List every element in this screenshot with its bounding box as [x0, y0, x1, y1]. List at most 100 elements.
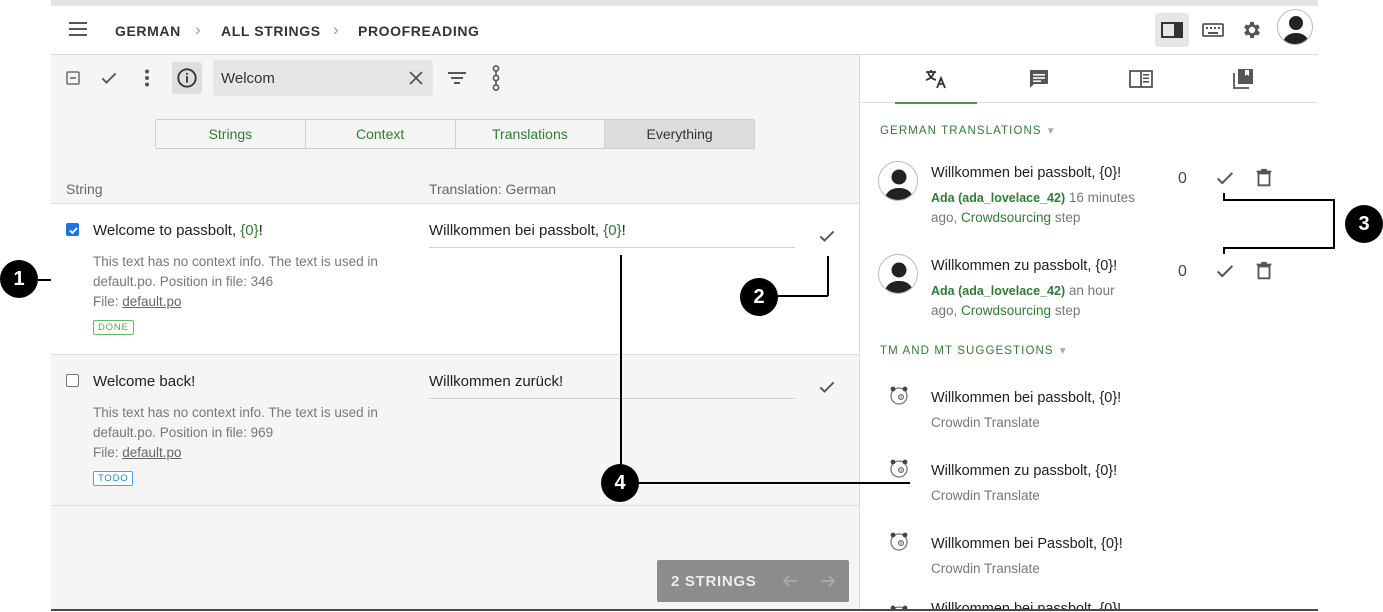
source-text: Welcome to passbolt, {0}! — [93, 222, 263, 239]
workflow-steps-icon[interactable] — [482, 64, 510, 92]
translation-text[interactable]: Willkommen zurück! — [429, 373, 563, 390]
german-translations-section[interactable]: GERMAN TRANSLATIONS ▼ — [880, 125, 1057, 137]
row-checkbox[interactable] — [66, 223, 79, 236]
arrow-left-icon[interactable] — [781, 572, 799, 590]
translation-suggestion[interactable]: Willkommen bei passbolt, {0}! — [931, 165, 1121, 181]
glossary-icon — [1129, 70, 1153, 88]
tm-suggestion[interactable]: Willkommen bei passbolt, {0}! — [931, 601, 1121, 609]
placeholder-token: {0} — [240, 222, 259, 239]
author-avatar — [878, 254, 918, 294]
suggestion-source: Crowdin Translate — [931, 488, 1040, 503]
approve-icon[interactable] — [95, 64, 123, 92]
author-name[interactable]: Ada (ada_lovelace_42) — [931, 284, 1065, 298]
string-row[interactable]: Welcome to passbolt, {0}! This text has … — [51, 204, 859, 355]
tm-suggestion[interactable]: Willkommen bei passbolt, {0}! — [931, 390, 1121, 406]
caret-down-icon: ▼ — [1057, 346, 1069, 357]
author-avatar — [878, 161, 918, 201]
context-info: This text has no context info. The text … — [93, 403, 413, 463]
trash-icon[interactable] — [1253, 167, 1275, 189]
file-info: File: default.po — [93, 292, 413, 312]
file-info: File: default.po — [93, 443, 413, 463]
callout-1: 1 — [0, 260, 38, 298]
tab-glossary[interactable] — [1100, 55, 1182, 103]
translation-text[interactable]: Willkommen bei passbolt, {0}! — [429, 222, 626, 239]
sidebar-layout-icon[interactable] — [1155, 13, 1189, 47]
context-line: This text has no context info. The text … — [93, 405, 378, 420]
file-label: File: — [93, 294, 123, 309]
pagination: 2 STRINGS — [657, 560, 849, 602]
arrow-right-icon[interactable] — [819, 572, 837, 590]
tab-context[interactable]: Context — [305, 120, 456, 148]
section-title: GERMAN TRANSLATIONS — [880, 125, 1042, 137]
tm-icon — [1233, 69, 1253, 89]
section-title: TM AND MT SUGGESTIONS — [880, 345, 1054, 357]
close-icon[interactable] — [407, 69, 425, 87]
vote-count: 0 — [1178, 263, 1187, 280]
file-label: File: — [93, 445, 123, 460]
search-box — [213, 60, 433, 96]
tab-everything[interactable]: Everything — [605, 120, 754, 148]
approve-icon[interactable] — [817, 226, 837, 246]
keyboard-icon[interactable] — [1196, 13, 1230, 47]
workflow-step: Crowdsourcing — [961, 303, 1052, 318]
time-ago: ago, — [931, 303, 962, 318]
search-scope-tabs: Strings Context Translations Everything — [155, 119, 755, 149]
translation-suggestion[interactable]: Willkommen zu passbolt, {0}! — [931, 258, 1117, 274]
suggestions-panel: GERMAN TRANSLATIONS ▼ Willkommen bei pass… — [860, 55, 1318, 609]
source-text-part: Welcome to passbolt, — [93, 222, 241, 239]
callout-leader — [778, 295, 828, 297]
vote-count: 0 — [1178, 170, 1187, 187]
callout-leader — [38, 279, 51, 281]
time-ago: ago, — [931, 210, 962, 225]
trash-icon[interactable] — [1253, 260, 1275, 282]
crowdin-translate-icon — [890, 459, 908, 478]
search-input[interactable] — [221, 60, 401, 96]
filter-icon[interactable] — [443, 64, 471, 92]
user-avatar[interactable] — [1277, 9, 1313, 45]
callout-leader — [620, 255, 622, 465]
breadcrumb-all-strings[interactable]: ALL STRINGS — [221, 23, 321, 39]
bottom-frame-edge — [51, 609, 1318, 611]
approve-icon[interactable] — [1214, 260, 1236, 282]
translation-text-part: ! — [621, 222, 626, 239]
breadcrumb-proofreading: PROOFREADING — [358, 23, 480, 39]
callout-leader — [827, 256, 829, 296]
time-ago: an hour — [1065, 283, 1115, 298]
translate-icon — [925, 70, 946, 89]
tm-suggestion[interactable]: Willkommen bei Passbolt, {0}! — [931, 536, 1123, 552]
callout-2: 2 — [740, 278, 778, 316]
step-suffix: step — [1051, 210, 1081, 225]
breadcrumb-language[interactable]: GERMAN — [115, 23, 181, 39]
tab-translations[interactable]: Translations — [455, 120, 606, 148]
placeholder-token: {0} — [603, 222, 622, 239]
source-text-part: ! — [258, 222, 263, 239]
string-list: Welcome to passbolt, {0}! This text has … — [51, 203, 859, 506]
more-vertical-icon[interactable] — [133, 64, 161, 92]
gear-icon[interactable] — [1235, 13, 1269, 47]
chevron-right-icon: › — [333, 20, 339, 39]
info-icon[interactable] — [172, 62, 202, 94]
callout-4: 4 — [601, 464, 639, 502]
translation-underline — [429, 247, 795, 248]
callout-3: 3 — [1345, 205, 1383, 243]
screenshot-stage: GERMAN › ALL STRINGS › PROOFREADING Welc… — [0, 0, 1383, 612]
tab-translations-panel[interactable] — [895, 55, 977, 104]
author-name[interactable]: Ada (ada_lovelace_42) — [931, 191, 1065, 205]
tab-tm[interactable] — [1202, 55, 1284, 103]
tab-strings[interactable]: Strings — [156, 120, 306, 148]
approve-icon[interactable] — [1214, 167, 1236, 189]
approve-icon[interactable] — [817, 377, 837, 397]
tm-mt-suggestions-section[interactable]: TM AND MT SUGGESTIONS ▼ — [880, 345, 1069, 357]
file-link[interactable]: default.po — [122, 294, 181, 309]
file-link[interactable]: default.po — [122, 445, 181, 460]
callout-leader — [638, 482, 910, 484]
menu-icon[interactable] — [69, 22, 87, 36]
tab-comments[interactable] — [998, 55, 1080, 103]
translation-text-part: Willkommen bei passbolt, — [429, 222, 604, 239]
callout-leader — [1333, 199, 1335, 249]
tm-suggestion[interactable]: Willkommen zu passbolt, {0}! — [931, 463, 1117, 479]
status-badge: TODO — [93, 471, 134, 486]
strings-panel: Strings Context Translations Everything … — [51, 55, 860, 609]
select-all-checkbox-icon[interactable] — [59, 64, 87, 92]
row-checkbox[interactable] — [66, 374, 79, 387]
